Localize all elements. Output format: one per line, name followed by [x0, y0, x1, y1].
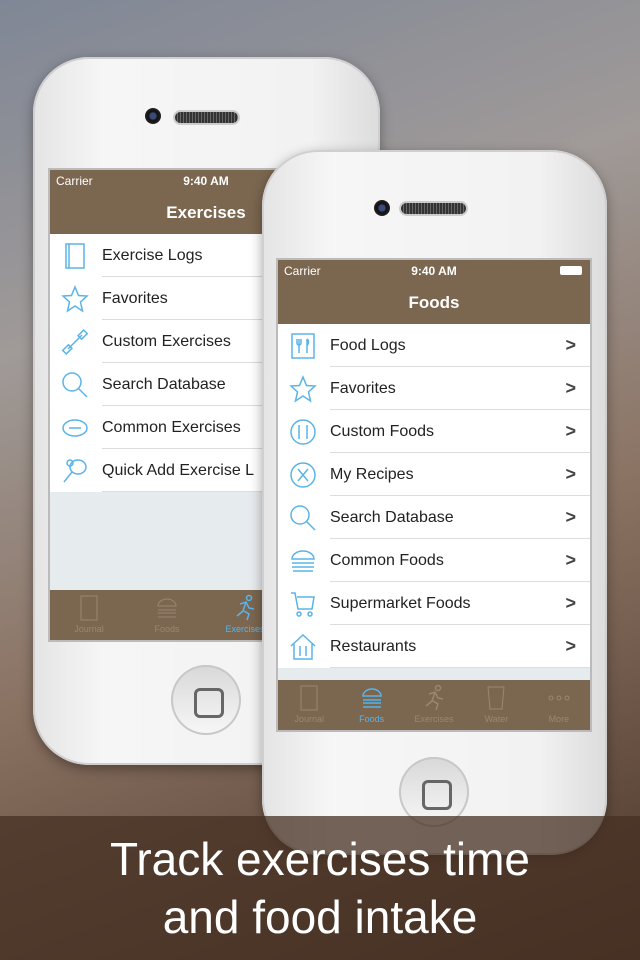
chevron-right-icon: > — [565, 636, 576, 656]
tab-more[interactable]: More — [528, 680, 590, 730]
menu-item-my-recipes[interactable]: My Recipes > — [278, 453, 590, 496]
caption-line-1: Track exercises time — [109, 833, 531, 885]
chevron-right-icon: > — [565, 464, 576, 484]
front-phone: Carrier 9:40 AM Foods Food Logs > Favorite… — [262, 150, 607, 855]
tab-bar: Journal Foods Exercises Water More — [278, 680, 590, 730]
cart-icon — [291, 591, 315, 617]
star-icon — [289, 374, 317, 403]
food-log-icon — [291, 332, 315, 359]
glass-icon — [487, 686, 505, 710]
chevron-right-icon: > — [565, 378, 576, 398]
menu-item-food-logs[interactable]: Food Logs > — [278, 324, 590, 367]
chevron-right-icon: > — [565, 593, 576, 613]
caption-line-2: and food intake — [162, 891, 478, 943]
notebook-icon — [65, 242, 85, 269]
camera — [374, 200, 390, 216]
battery-icon — [560, 266, 582, 275]
camera — [145, 108, 161, 124]
runner-icon — [236, 594, 255, 621]
chevron-right-icon: > — [565, 335, 576, 355]
search-icon — [290, 504, 316, 531]
more-icon — [548, 695, 570, 701]
search-icon — [62, 371, 88, 398]
journal-icon — [300, 685, 318, 711]
menu-item-supermarket-foods[interactable]: Supermarket Foods > — [278, 582, 590, 625]
menu-item-restaurants[interactable]: Restaurants > — [278, 625, 590, 668]
journal-icon — [80, 595, 98, 621]
foods-menu: Food Logs > Favorites > Custom Foods > My R… — [278, 324, 590, 668]
tab-foods[interactable]: Foods — [128, 590, 206, 640]
burger-icon — [291, 549, 315, 572]
speaker — [175, 112, 238, 123]
status-bar: Carrier 9:40 AM — [278, 260, 590, 282]
tab-journal[interactable]: Journal — [50, 590, 128, 640]
burger-icon — [157, 598, 177, 618]
star-icon — [61, 284, 89, 313]
home-button[interactable] — [171, 665, 241, 735]
burger-icon — [361, 688, 382, 708]
plate-icon — [290, 418, 316, 445]
football-icon — [62, 418, 88, 437]
menu-item-custom-foods[interactable]: Custom Foods > — [278, 410, 590, 453]
foods-screen: Carrier 9:40 AM Foods Food Logs > Favorite… — [276, 258, 592, 732]
runner-icon — [425, 684, 444, 711]
clock: 9:40 AM — [411, 264, 457, 278]
restaurant-icon — [290, 633, 316, 660]
tab-water[interactable]: Water — [465, 680, 527, 730]
menu-item-search-database[interactable]: Search Database > — [278, 496, 590, 539]
recipe-icon — [290, 461, 316, 488]
dumbbell-icon — [61, 328, 89, 355]
speaker — [401, 203, 466, 214]
caption: Track exercises time and food intake — [0, 830, 640, 946]
nav-title: Foods — [278, 282, 590, 324]
chevron-right-icon: > — [565, 507, 576, 527]
chevron-right-icon: > — [565, 421, 576, 441]
tab-exercises[interactable]: Exercises — [403, 680, 465, 730]
menu-item-common-foods[interactable]: Common Foods > — [278, 539, 590, 582]
tab-foods[interactable]: Foods — [340, 680, 402, 730]
chevron-right-icon: > — [565, 550, 576, 570]
racket-icon — [63, 458, 87, 482]
tab-journal[interactable]: Journal — [278, 680, 340, 730]
menu-item-favorites[interactable]: Favorites > — [278, 367, 590, 410]
